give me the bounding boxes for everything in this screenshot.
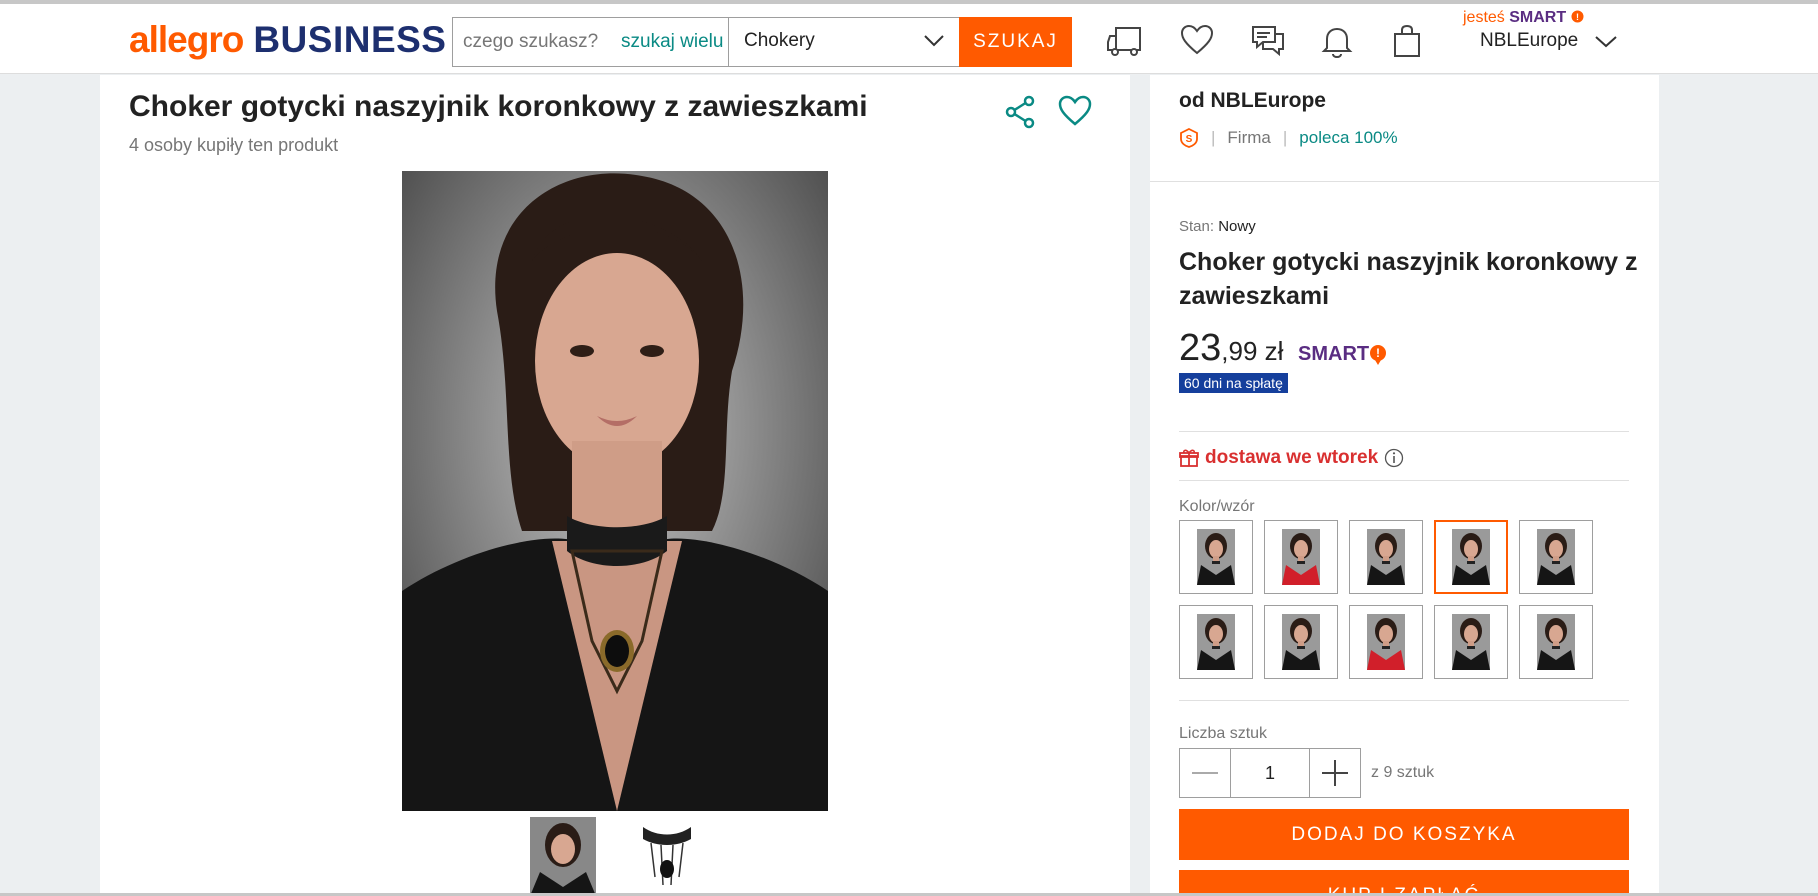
variant-label: Kolor/wzór [1179,498,1255,515]
purchase-panel: od NBLEurope S | Firma | poleca 100% Sta… [1150,75,1659,896]
bought-count: 4 osoby kupiły ten produkt [129,135,339,155]
main-product-image[interactable] [402,171,828,811]
seller-type: Firma [1227,128,1271,147]
delivery-text[interactable]: dostawa we wtorek [1205,447,1378,469]
info-icon[interactable] [1384,448,1404,468]
thumbnail-choker[interactable] [637,817,697,896]
variant-swatch[interactable] [1519,520,1593,594]
variant-swatch[interactable] [1434,520,1508,594]
gift-icon [1179,449,1199,467]
condition-label: Stan: [1179,218,1215,235]
separator: | [1282,128,1288,147]
smart-badge-text: SMART [1298,343,1370,365]
search-many-link[interactable]: szukaj wielu [621,18,723,66]
decrease-button[interactable] [1180,749,1230,797]
payment-badge[interactable]: 60 dni na spłatę [1179,373,1288,393]
condition-value: Nowy [1218,218,1256,235]
allegro-business-logo[interactable]: allegro BUSINESS [129,18,446,62]
variant-photo [1197,614,1235,670]
variant-swatch[interactable] [1264,605,1338,679]
product-title: Choker gotycki naszyjnik koronkowy z zaw… [129,90,868,123]
price-decimals: ,99 zł [1221,336,1284,366]
variant-photo [1367,614,1405,670]
smart-prefix: jesteś [1463,9,1505,26]
smart-status[interactable]: jesteś SMART ! [1463,9,1584,27]
quantity-label: Liczba sztuk [1179,725,1268,742]
offer-title: Choker gotycki naszyjnik koronkowy z zaw… [1179,248,1638,310]
chevron-down-icon [924,35,944,47]
variant-photo [1282,529,1320,585]
variant-swatch[interactable] [1519,605,1593,679]
condition: Stan: Nowy [1179,218,1256,235]
variant-swatch[interactable] [1179,520,1253,594]
search-input[interactable]: czego szukasz? [463,18,598,66]
svg-text:S: S [1186,134,1193,145]
svg-text:!: ! [1376,346,1380,360]
logo-business-text: BUSINESS [253,19,447,60]
chevron-down-icon[interactable] [1594,35,1618,49]
share-icon[interactable] [1003,95,1037,129]
variant-swatch[interactable] [1264,520,1338,594]
svg-text:!: ! [1576,12,1579,22]
divider [1179,480,1629,481]
variant-photo [1537,614,1575,670]
favorite-heart-icon[interactable] [1058,95,1092,127]
price: 23,99 zł [1179,327,1283,370]
variant-photo [1197,529,1235,585]
search-button[interactable]: SZUKAJ [959,17,1072,67]
smart-badge-icon: ! [1571,10,1584,23]
delivery-truck-icon[interactable] [1106,24,1146,58]
price-main: 23 [1179,327,1222,369]
variant-swatch[interactable] [1179,605,1253,679]
seller-info: S | Firma | poleca 100% [1179,128,1398,148]
variant-photo [1367,529,1405,585]
chat-icon[interactable] [1251,24,1285,58]
logo-allegro-text: allegro [129,19,244,60]
separator: | [1211,128,1216,147]
quantity-stepper: 1 [1179,748,1361,798]
bell-icon[interactable] [1321,24,1353,58]
variant-photo [1282,614,1320,670]
divider [1179,431,1629,432]
quantity-available: z 9 sztuk [1371,764,1435,781]
super-seller-icon: S [1180,128,1198,148]
category-select[interactable]: Chokery [728,17,959,67]
heart-icon[interactable] [1180,24,1214,56]
plus-icon [1322,760,1348,786]
category-value: Chokery [744,30,815,51]
product-gallery-panel: Choker gotycki naszyjnik koronkowy z zaw… [100,75,1130,896]
seller-recommend[interactable]: poleca 100% [1299,128,1397,148]
seller-name[interactable]: od NBLEurope [1179,89,1326,113]
variant-swatch[interactable] [1349,520,1423,594]
variant-photo [1537,529,1575,585]
user-menu[interactable]: NBLEurope [1480,30,1578,52]
increase-button[interactable] [1310,749,1360,797]
smart-badge-icon: ! [1370,344,1387,365]
smart-badge: SMART ! [1298,343,1387,366]
minus-icon [1192,772,1218,774]
divider [1150,181,1659,182]
top-header: allegro BUSINESS czego szukasz? szukaj wi… [0,4,1818,74]
smart-label: SMART [1509,9,1567,26]
divider [1179,700,1629,701]
thumbnail-model[interactable] [530,817,596,896]
variant-photo [1452,529,1490,585]
quantity-input[interactable]: 1 [1230,749,1310,797]
add-to-cart-button[interactable]: DODAJ DO KOSZYKA [1179,809,1629,860]
shopping-bag-icon[interactable] [1393,24,1421,58]
variant-swatch[interactable] [1349,605,1423,679]
variant-photo [1452,614,1490,670]
variant-swatch[interactable] [1434,605,1508,679]
delivery-info: dostawa we wtorek [1179,447,1404,469]
